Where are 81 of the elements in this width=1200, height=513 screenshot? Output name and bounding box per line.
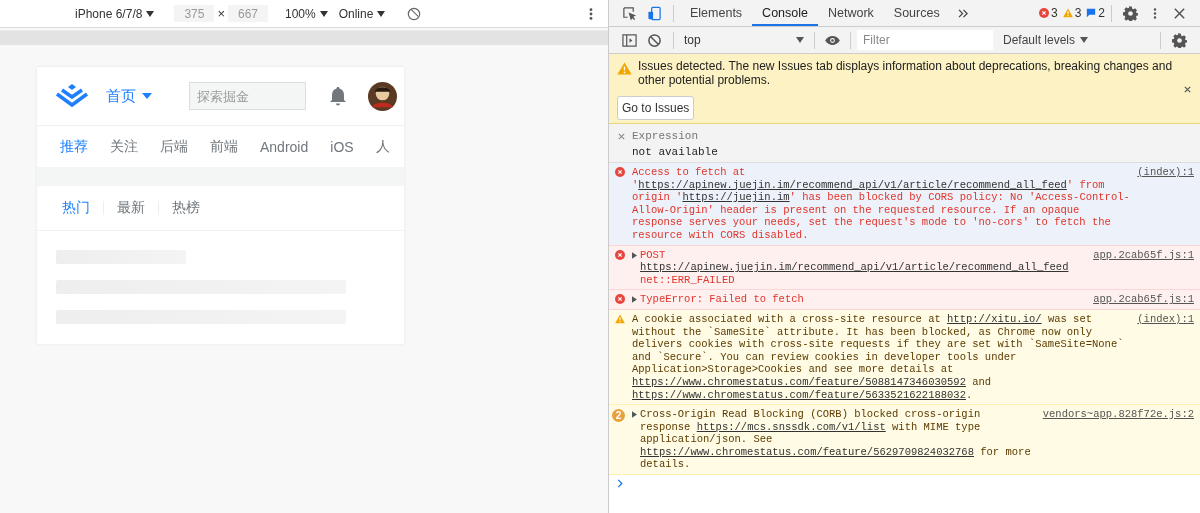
context-select[interactable]: top <box>680 33 808 47</box>
source-link[interactable]: vendors~app.828f72e.js:2 <box>1042 408 1194 421</box>
message-text: TypeError: Failed to fetch <box>640 293 805 306</box>
source-link[interactable]: app.2cab65f.js:1 <box>1093 248 1194 262</box>
more-tabs-icon[interactable] <box>957 8 969 18</box>
bell-icon[interactable] <box>329 86 347 106</box>
error-icon <box>1038 8 1049 18</box>
source-link[interactable]: (index):1 <box>1137 312 1194 326</box>
warning-count[interactable]: 3 <box>1062 6 1082 20</box>
panel-tab[interactable]: Elements <box>680 0 753 26</box>
settings-icon[interactable] <box>1123 5 1138 21</box>
go-to-issues-button[interactable]: Go to Issues <box>617 96 695 120</box>
expression-label: Expression <box>632 130 698 142</box>
error-count[interactable]: 3 <box>1038 6 1058 20</box>
zoom-select[interactable]: 100% <box>285 6 328 21</box>
source-link[interactable]: app.2cab65f.js:1 <box>1093 293 1194 306</box>
warning-icon <box>615 313 625 324</box>
caret-icon <box>377 10 386 17</box>
panel-tab[interactable]: Network <box>818 0 884 26</box>
clear-icon[interactable] <box>647 32 662 48</box>
sidebar-icon[interactable] <box>622 32 637 48</box>
levels-select[interactable]: Default levels <box>1003 33 1089 47</box>
category-tab[interactable]: 关注 <box>110 137 138 156</box>
caret-icon <box>796 37 804 43</box>
expand-triangle-icon[interactable] <box>632 251 637 259</box>
times-sign: × <box>217 6 225 21</box>
expand-triangle-icon[interactable] <box>632 296 637 304</box>
warning-icon <box>617 62 632 75</box>
url-link[interactable]: https://juejin.im <box>682 191 790 204</box>
url-link[interactable]: https://mcs.snssdk.com/v1/list <box>696 420 886 433</box>
category-tab[interactable]: iOS <box>330 138 354 155</box>
device-toggle-icon[interactable] <box>647 5 662 21</box>
category-tab[interactable]: 后端 <box>160 137 188 156</box>
message-text: A cookie associated with a cross-site resource at http://xitu.io/ was set without the `SameSite` attribute. It has been blocked, as Chrome now only delivers cookies with cross-site requests if they are set with `SameSite=None` and `Secure`. You can review cookies in developer tools under Application>Storage>Cookies and see more details at https://www.chromestatus.com/feature/5088147346030592 and https://www.chromestatus.com/feature/5633521622188032. <box>632 312 1125 402</box>
panel-tab[interactable]: Sources <box>883 0 950 26</box>
repeat-count: 2 <box>612 409 625 423</box>
caret-icon <box>1080 37 1089 43</box>
close-icon[interactable] <box>1172 5 1187 21</box>
error-icon <box>615 167 625 177</box>
message-icon <box>1086 8 1097 18</box>
caret-icon <box>319 10 328 17</box>
expand-triangle-icon[interactable] <box>632 411 637 419</box>
url-link[interactable]: http://xitu.io/ <box>947 312 1042 325</box>
expression-value: not available <box>632 146 719 158</box>
sort-tab[interactable]: 热榜 <box>172 199 200 217</box>
category-tab[interactable]: 前端 <box>210 137 238 156</box>
sort-tab[interactable]: 热门 <box>62 199 90 217</box>
logo-icon <box>54 82 90 110</box>
inspect-icon[interactable] <box>622 5 637 21</box>
message-text: Cross-Origin Read Blocking (CORB) blocked cross-origin response https://mcs.snssdk.com/v1/list with MIME type application/json. See https://www.chromestatus.com/feature/5629709824032768 for more details. <box>640 408 1032 472</box>
caret-icon <box>146 10 155 17</box>
category-tab[interactable]: 人 <box>375 137 390 156</box>
url-link[interactable]: https://www.chromestatus.com/feature/5629709824032768 <box>640 445 974 458</box>
device-select[interactable]: iPhone 6/7/8 <box>75 6 155 21</box>
url-link[interactable]: https://www.chromestatus.com/feature/5633521622188032 <box>632 388 966 401</box>
close-icon[interactable] <box>1183 85 1192 94</box>
sort-tab[interactable]: 最新 <box>117 199 145 217</box>
home-menu[interactable]: 首页 <box>106 86 152 106</box>
url-link[interactable]: https://www.chromestatus.com/feature/5088147346030592 <box>632 375 966 388</box>
banner-text: Issues detected. The new Issues tab displays information about deprecations, breaking changes and other potential problems. <box>638 59 1174 87</box>
caret-icon <box>142 93 152 99</box>
category-tab[interactable]: Android <box>260 138 309 155</box>
url-link[interactable]: https://apinew.juejin.im/recommend_api/v1/article/recommend_all_feed <box>638 178 1067 191</box>
prompt-chevron-icon[interactable] <box>617 479 623 489</box>
warning-icon <box>1062 8 1073 18</box>
info-count[interactable]: 2 <box>1086 6 1105 20</box>
remove-icon[interactable] <box>617 131 626 141</box>
search-field[interactable]: 探索掘金 <box>189 82 306 110</box>
category-tab[interactable]: 推荐 <box>60 137 88 156</box>
eye-icon[interactable] <box>824 34 841 46</box>
throttle-select[interactable]: Online <box>338 6 386 21</box>
settings-icon[interactable] <box>1172 32 1187 48</box>
more-icon[interactable] <box>1153 6 1157 20</box>
message-text: Access to fetch at 'https://apinew.juejin.im/recommend_api/v1/article/recommend_all_feed' from origin 'https://juejin.im' has been blocked by CORS policy: No 'Access-Control-Allow-Origin' header is present on the requested resource. If an opaque response serves your needs, set the request's mode to 'no-cors' to fetch the resource with CORS disabled. <box>632 166 1131 242</box>
url-link[interactable]: https://apinew.juejin.im/recommend_api/v1/article/recommend_all_feed <box>640 261 1069 274</box>
source-link[interactable]: (index):1 <box>1137 166 1194 179</box>
error-icon <box>615 294 625 305</box>
filter-field[interactable]: Filter <box>857 30 993 50</box>
error-icon <box>615 249 625 260</box>
message-text: POST https://apinew.juejin.im/recommend_api/v1/article/recommend_all_feed net::ERR_FAILED <box>640 248 1070 287</box>
more-icon[interactable] <box>589 6 593 21</box>
